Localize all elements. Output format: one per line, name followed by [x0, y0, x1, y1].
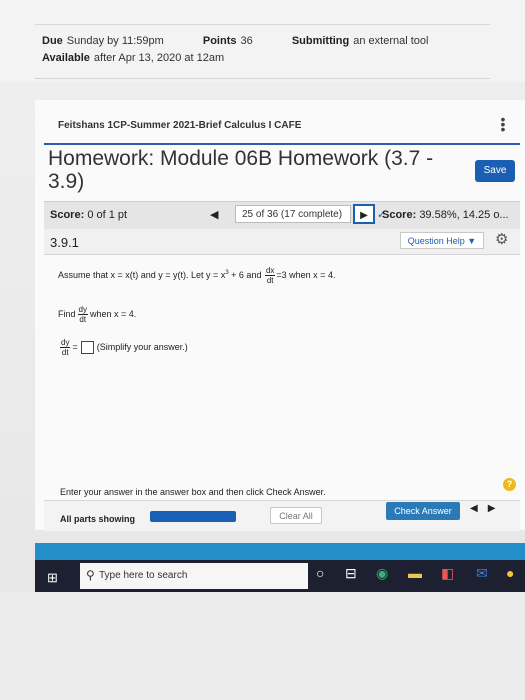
clear-all-button[interactable]: Clear All	[270, 507, 322, 524]
dy-dt-fraction: dy dt	[60, 338, 71, 357]
course-title: Feitshans 1CP-Summer 2021-Brief Calculus…	[58, 120, 302, 131]
submitting-value: an external tool	[353, 35, 429, 47]
divider	[35, 24, 490, 25]
answer-hint: (Simplify your answer.)	[96, 341, 188, 352]
score-label: Score:	[50, 209, 85, 221]
question-score: Score: 0 of 1 pt	[50, 209, 127, 221]
score-value: 0 of 1 pt	[87, 209, 128, 221]
question-select[interactable]: 25 of 36 (17 complete) ▼	[235, 205, 351, 238]
stem-suffix: =3 when x = 4.	[276, 269, 336, 280]
find-suffix: when x = 4.	[89, 308, 137, 319]
cortana-icon[interactable]: ○	[316, 565, 324, 581]
previous-part-icon[interactable]: ◀	[470, 503, 478, 514]
help-icon[interactable]: ?	[503, 478, 516, 491]
check-answer-button[interactable]: Check Answer	[386, 502, 460, 520]
save-button[interactable]: Save	[475, 160, 515, 182]
due-value: Sunday by 11:59pm	[66, 35, 164, 47]
more-options-icon[interactable]: • • •	[500, 112, 506, 136]
gear-icon[interactable]: ⚙	[495, 230, 508, 248]
homework-title: Homework: Module 06B Homework (3.7 - 3.9…	[48, 147, 434, 193]
equals-sign: =	[72, 341, 78, 352]
windows-start-icon[interactable]: ⊞	[47, 570, 58, 586]
due-label: Due	[42, 35, 63, 47]
edge-icon[interactable]: ◉	[376, 565, 388, 582]
dy-dt-fraction: dy dt	[77, 305, 88, 324]
question-help-button[interactable]: Question Help ▼	[400, 232, 484, 249]
homework-score: Score: 39.58%, 14.25 o...	[382, 209, 509, 221]
answer-line: dy dt= (Simplify your answer.)	[58, 338, 188, 357]
taskbar-search[interactable]: ⚲ Type here to search	[80, 563, 308, 589]
instruction-text: Enter your answer in the answer box and …	[60, 487, 326, 497]
all-parts-label: All parts showing	[60, 514, 136, 524]
hw-score-value: 39.58%, 14.25 o...	[419, 209, 509, 221]
next-question-button[interactable]: ▶	[353, 204, 375, 224]
dx-dt-fraction: dx dt	[264, 266, 276, 285]
part-navigation: ◀ ▶	[470, 503, 505, 514]
find-prompt: Find dy dtwhen x = 4.	[58, 305, 136, 324]
hw-score-label: Score:	[382, 209, 417, 221]
next-part-icon[interactable]: ▶	[488, 503, 496, 514]
desk-surface	[0, 592, 525, 700]
task-view-icon[interactable]: ⊟	[345, 565, 357, 582]
mail-icon[interactable]: ✉	[476, 565, 488, 582]
chrome-icon[interactable]: ●	[506, 565, 514, 581]
question-number: 3.9.1	[50, 235, 79, 250]
header-rule	[44, 143, 520, 145]
points-value: 36	[240, 35, 253, 47]
answer-input[interactable]	[80, 341, 94, 354]
previous-question-icon[interactable]: ◀	[210, 208, 218, 221]
divider	[35, 78, 490, 79]
points-label: Points	[202, 35, 237, 47]
submitting-label: Submitting	[291, 35, 350, 47]
available-label: Available	[42, 52, 90, 64]
stem-mid: + 6 and	[228, 269, 264, 280]
assignment-meta: Due Sunday by 11:59pm Points 36 Submitting…	[42, 35, 464, 64]
store-icon[interactable]: ◧	[441, 565, 454, 582]
parts-progress-bar	[150, 511, 236, 522]
stem-prefix: Assume that x = x(t) and y = y(t). Let y…	[58, 269, 226, 280]
next-arrow-icon: ▶	[360, 210, 368, 221]
find-label: Find	[58, 308, 76, 319]
available-value: after Apr 13, 2020 at 12am	[93, 52, 225, 64]
taskbar-search-placeholder: Type here to search	[99, 570, 188, 581]
search-icon: ⚲	[86, 568, 95, 582]
file-explorer-icon[interactable]: ▬	[408, 565, 422, 581]
question-stem: Assume that x = x(t) and y = y(t). Let y…	[58, 266, 335, 285]
